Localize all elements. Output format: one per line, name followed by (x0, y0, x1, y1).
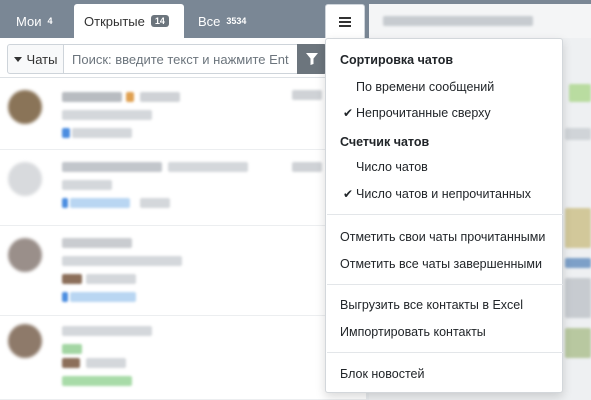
chat-type-dropdown[interactable]: Чаты (7, 44, 64, 74)
avatar (8, 162, 42, 196)
tab-open-label: Открытые (84, 13, 145, 29)
menu-item-mark-own-read[interactable]: Отметить свои чаты прочитанными (326, 226, 562, 248)
tab-open-count-badge: 14 (150, 15, 169, 27)
menu-item-label: Число чатов (356, 160, 428, 174)
chat-filter-row: Чаты (0, 38, 366, 78)
chat-list-item[interactable] (0, 226, 366, 316)
avatar (8, 90, 42, 124)
menu-item-chat-and-unread-count[interactable]: ✔ Число чатов и непрочитанных (326, 183, 562, 205)
caret-down-icon (13, 56, 22, 62)
menu-item-label: Непрочитанные сверху (356, 106, 491, 120)
sort-section-header: Сортировка чатов (340, 53, 454, 67)
avatar (8, 324, 42, 358)
funnel-icon (306, 53, 318, 65)
chat-header-blurred (369, 4, 591, 38)
chat-settings-menu: Сортировка чатов По времени сообщений ✔ … (325, 38, 563, 393)
tab-all[interactable]: Все 3534 (188, 4, 256, 38)
chat-menu-button[interactable] (325, 4, 365, 38)
menu-item-chat-count[interactable]: Число чатов (326, 156, 562, 178)
tab-my-count: 4 (47, 16, 53, 26)
hamburger-icon (339, 16, 351, 27)
tab-my-label: Мои (16, 13, 42, 29)
chat-list (0, 78, 366, 400)
menu-item-mark-all-done[interactable]: Отметить все чаты завершенными (326, 253, 562, 275)
menu-item-news-block[interactable]: Блок новостей (326, 363, 562, 385)
menu-divider (327, 352, 563, 353)
tab-open[interactable]: Открытые 14 (74, 4, 184, 38)
filter-button[interactable] (297, 44, 327, 74)
tab-my[interactable]: Мои 4 (6, 4, 62, 38)
menu-item-unread-on-top[interactable]: ✔ Непрочитанные сверху (326, 102, 562, 124)
tab-all-count: 3534 (226, 16, 247, 26)
chat-list-item[interactable] (0, 150, 366, 226)
chat-list-item[interactable] (0, 78, 366, 150)
menu-divider (327, 214, 563, 215)
chat-type-label: Чаты (26, 51, 58, 67)
chat-list-item[interactable] (0, 316, 366, 400)
menu-item-import-contacts[interactable]: Импортировать контакты (326, 321, 562, 343)
menu-item-export-contacts[interactable]: Выгрузить все контакты в Excel (326, 294, 562, 316)
checkmark-icon: ✔ (343, 187, 354, 201)
tab-all-label: Все (198, 13, 221, 29)
search-input[interactable] (64, 44, 298, 74)
menu-item-label: Число чатов и непрочитанных (356, 187, 532, 201)
menu-item-sort-by-time[interactable]: По времени сообщений (326, 76, 562, 98)
menu-item-label: По времени сообщений (356, 80, 495, 94)
menu-divider (327, 284, 563, 285)
counter-section-header: Счетчик чатов (340, 135, 430, 149)
avatar (8, 238, 42, 272)
checkmark-icon: ✔ (343, 106, 354, 120)
